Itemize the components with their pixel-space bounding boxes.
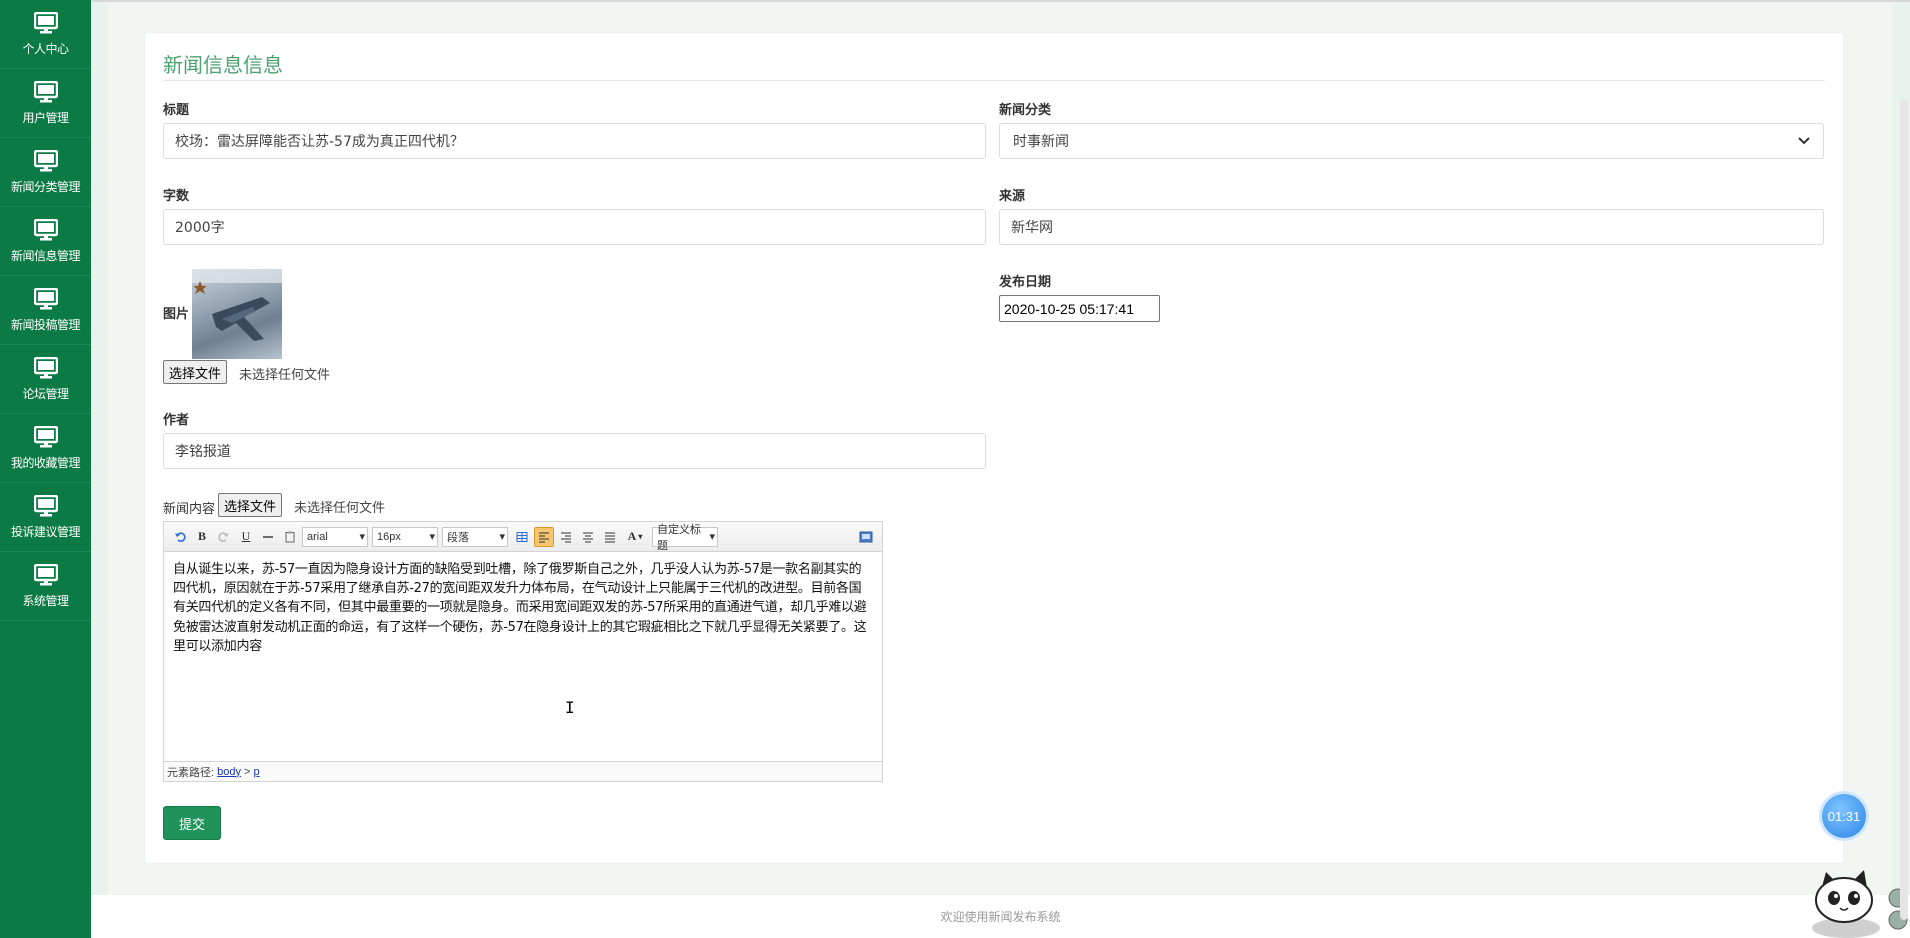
monitor-icon <box>33 563 58 586</box>
sidebar-item-4[interactable]: 新闻投稿管理 <box>0 276 91 345</box>
page-scrollbar[interactable] <box>1900 100 1908 920</box>
align-right-icon[interactable] <box>556 527 576 547</box>
text-cursor-icon: I <box>565 698 575 717</box>
paste-plain-icon[interactable] <box>280 527 300 547</box>
source-input[interactable]: 新华网 <box>999 209 1824 245</box>
publish-date-label: 发布日期 <box>999 275 1052 290</box>
submit-button[interactable]: 提交 <box>163 806 221 840</box>
redo-icon[interactable] <box>214 527 234 547</box>
custom-style-value: 自定义标题 <box>657 523 701 552</box>
title-divider <box>163 80 1825 81</box>
sidebar-item-label: 论坛管理 <box>22 386 69 401</box>
font-color-button[interactable]: A ▾ <box>622 527 648 547</box>
timer-badge[interactable]: 01:31 <box>1822 794 1866 838</box>
align-center-icon[interactable] <box>578 527 598 547</box>
page-footer: 欢迎使用新闻发布系统 <box>91 895 1910 938</box>
sidebar-item-5[interactable]: 论坛管理 <box>0 345 91 414</box>
author-input[interactable]: 李铭报道 <box>163 433 986 469</box>
font-family-select[interactable]: arial ▾ <box>302 526 368 547</box>
headline-input[interactable]: 校场：雷达屏障能否让苏-57成为真正四代机？ <box>163 123 986 159</box>
font-family-value: arial <box>307 530 328 543</box>
content-file-status: 未选择任何文件 <box>294 500 386 515</box>
monitor-icon <box>33 149 58 172</box>
category-selected-value: 时事新闻 <box>1013 134 1069 150</box>
editor-toolbar: B U arial ▾ 16px ▾ 段落 ▾ A ▾ 自定义标题 ▾ <box>164 522 882 552</box>
monitor-icon <box>33 356 58 379</box>
underline-button[interactable]: U <box>236 527 256 547</box>
headline-label: 标题 <box>163 103 190 118</box>
element-path-label: 元素路径: <box>167 766 215 779</box>
author-label: 作者 <box>163 413 190 428</box>
paragraph-select[interactable]: 段落 ▾ <box>442 526 508 547</box>
sidebar-item-label: 个人中心 <box>22 41 69 56</box>
sidebar-item-label: 新闻分类管理 <box>10 179 81 194</box>
sidebar-item-label: 投诉建议管理 <box>10 524 81 539</box>
sidebar-item-label: 用户管理 <box>22 110 69 125</box>
sidebar-item-7[interactable]: 投诉建议管理 <box>0 483 91 552</box>
news-image-thumbnail <box>192 269 282 359</box>
dropdown-arrow-icon: ▾ <box>638 532 643 541</box>
image-choose-file-button[interactable]: 选择文件 <box>163 360 228 384</box>
sidebar-item-8[interactable]: 系统管理 <box>0 552 91 621</box>
monitor-icon <box>33 218 58 241</box>
monitor-icon <box>33 11 58 34</box>
monitor-icon <box>33 80 58 103</box>
news-form-card: 新闻信息信息 标题 校场：雷达屏障能否让苏-57成为真正四代机？ 新闻分类 时事… <box>145 33 1843 863</box>
font-color-letter: A <box>627 529 637 543</box>
monitor-icon <box>33 287 58 310</box>
chevron-down-icon <box>1798 135 1810 148</box>
word-count-input[interactable]: 2000字 <box>163 209 986 245</box>
dropdown-arrow-icon: ▾ <box>709 531 715 543</box>
dropdown-arrow-icon: ▾ <box>359 531 365 543</box>
font-size-select[interactable]: 16px ▾ <box>372 526 438 547</box>
sidebar-item-6[interactable]: 我的收藏管理 <box>0 414 91 483</box>
bold-button[interactable]: B <box>192 527 212 547</box>
fullscreen-icon[interactable] <box>856 527 876 547</box>
sidebar-item-label: 新闻投稿管理 <box>10 317 81 332</box>
sidebar-item-label: 新闻信息管理 <box>10 248 81 263</box>
rich-text-editor: B U arial ▾ 16px ▾ 段落 ▾ A ▾ 自定义标题 ▾ 自从诞生… <box>163 521 883 782</box>
image-label: 图片 <box>163 307 190 322</box>
editor-content-area[interactable]: 自从诞生以来，苏-57一直因为隐身设计方面的缺陷受到吐槽，除了俄罗斯自己之外，几… <box>164 552 882 758</box>
sidebar-item-1[interactable]: 用户管理 <box>0 69 91 138</box>
dropdown-arrow-icon: ▾ <box>429 531 435 543</box>
word-count-label: 字数 <box>163 189 190 204</box>
image-file-status: 未选择任何文件 <box>239 367 331 382</box>
font-size-value: 16px <box>377 530 401 543</box>
content-choose-file-button[interactable]: 选择文件 <box>218 493 283 517</box>
sidebar: 个人中心用户管理新闻分类管理 新闻信息管理 新闻投稿管理 论坛管理我的收藏管理 投诉建议… <box>0 0 91 938</box>
custom-style-select[interactable]: 自定义标题 ▾ <box>652 524 718 552</box>
source-label: 来源 <box>999 189 1026 204</box>
content-label: 新闻内容 <box>163 502 216 517</box>
align-left-icon[interactable] <box>534 526 554 547</box>
monitor-icon <box>33 425 58 448</box>
page-title: 新闻信息信息 <box>163 53 283 77</box>
mascot-cat-icon[interactable] <box>1806 854 1910 938</box>
sidebar-item-3[interactable]: 新闻信息管理 <box>0 207 91 276</box>
category-select[interactable]: 时事新闻 <box>999 123 1824 159</box>
element-path-body-link[interactable]: body <box>217 766 241 778</box>
undo-icon[interactable] <box>170 527 190 547</box>
align-justify-icon[interactable] <box>600 527 620 547</box>
monitor-icon <box>33 494 58 517</box>
element-path-bar: 元素路径: body > p <box>164 761 882 781</box>
element-path-p-link[interactable]: p <box>254 766 260 778</box>
sidebar-item-0[interactable]: 个人中心 <box>0 0 91 69</box>
paragraph-value: 段落 <box>447 531 469 544</box>
horizontal-rule-icon[interactable] <box>258 527 278 547</box>
category-label: 新闻分类 <box>999 103 1052 118</box>
sidebar-item-2[interactable]: 新闻分类管理 <box>0 138 91 207</box>
publish-date-input[interactable]: 2020-10-25 05:17:41 <box>999 295 1160 322</box>
table-icon[interactable] <box>512 527 532 547</box>
dropdown-arrow-icon: ▾ <box>499 531 505 543</box>
sidebar-item-label: 我的收藏管理 <box>10 455 81 470</box>
element-path-separator: > <box>244 765 251 778</box>
footer-text: 欢迎使用新闻发布系统 <box>940 910 1061 924</box>
sidebar-item-label: 系统管理 <box>22 593 69 608</box>
